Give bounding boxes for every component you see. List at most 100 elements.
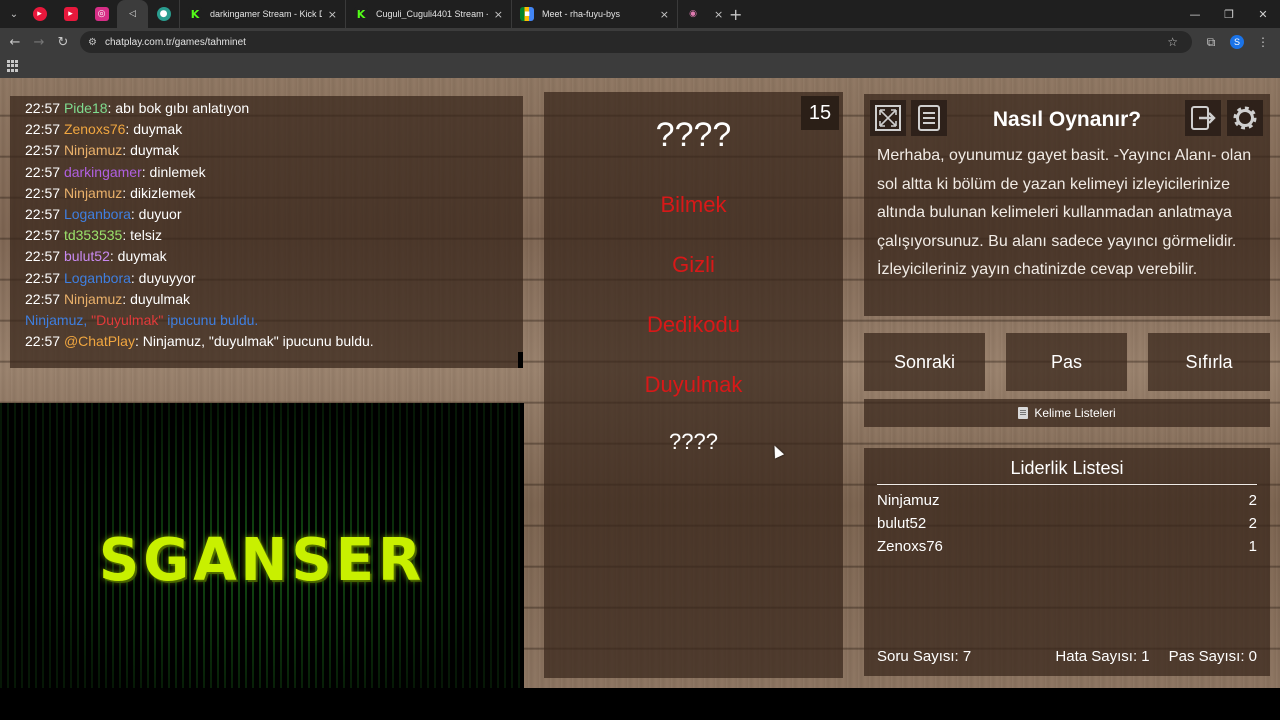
leaderboard-panel: Liderlik Listesi Ninjamuz 2 bulut52 2 Ze…	[864, 448, 1270, 676]
tab-title: darkingamer Stream - Kick Dash	[210, 9, 322, 19]
chat-text: : abı bok gıbı anlatıyon	[107, 100, 250, 116]
chat-time: 22:57	[25, 269, 61, 286]
player-score: 2	[1248, 515, 1257, 532]
pinned-tab-2[interactable]: ▸	[55, 0, 86, 28]
chat-time: 22:57	[25, 121, 61, 138]
chat-time: 22:57	[25, 100, 61, 116]
reload-icon[interactable]: ↻	[51, 30, 75, 54]
tab-cuguli[interactable]: K Cuguli_Cuguli4401 Stream - We ×	[345, 0, 511, 28]
url-text[interactable]: chatplay.com.tr/games/tahminet	[105, 37, 246, 48]
chat-text: : dinlemek	[141, 163, 206, 180]
clipboard-icon	[1018, 407, 1029, 419]
chat-user[interactable]: darkingamer	[64, 164, 142, 180]
howto-title: Nasıl Oynanır?	[992, 108, 1142, 131]
instagram-icon: ◎	[94, 7, 109, 21]
omnibox[interactable]: ⚙ chatplay.com.tr/games/tahminet ☆	[80, 31, 1192, 53]
chat-user[interactable]: bulut52	[64, 248, 110, 264]
bookmark-star-icon[interactable]: ☆	[1167, 35, 1178, 49]
howto-text: Merhaba, oyunumuz gayet basit. -Yayıncı …	[877, 147, 1252, 278]
chat-time: 22:57	[25, 206, 61, 223]
chat-line: 22:57 td353535: telsiz	[25, 225, 523, 246]
pass-button[interactable]: Pas	[1006, 333, 1127, 391]
forbidden-word: Gizli	[672, 252, 715, 277]
chat-line: 22:57 Ninjamuz: duymak	[25, 140, 523, 161]
player-name: Zenoxs76	[877, 538, 943, 555]
chat-text: : telsiz	[122, 227, 163, 244]
close-icon[interactable]: ×	[660, 8, 669, 21]
settings-button[interactable]	[1227, 100, 1263, 136]
new-tab-button[interactable]: +	[729, 5, 742, 24]
player-score: 1	[1248, 538, 1257, 555]
chat-text: : duymak	[109, 248, 167, 265]
site-info-icon[interactable]: ⚙	[88, 37, 97, 48]
tab-darkingamer[interactable]: K darkingamer Stream - Kick Dash ×	[179, 0, 345, 28]
youtube-music-icon: ▸	[32, 7, 47, 21]
chat-user[interactable]: Loganbora	[64, 206, 131, 222]
target-word: ????	[655, 116, 732, 154]
profile-avatar[interactable]: S	[1230, 35, 1244, 49]
chat-time: 22:57	[25, 333, 61, 350]
chat-scrollbar[interactable]	[518, 352, 523, 368]
leaderboard-row: Ninjamuz 2	[877, 492, 1257, 509]
chat-user[interactable]: Pide18	[64, 100, 108, 116]
chat-user[interactable]: td353535	[64, 227, 122, 243]
meet-icon: ▪	[520, 7, 534, 21]
sganser-logo: SGANSER	[98, 526, 426, 595]
chat-text: : duymak	[122, 142, 180, 159]
forward-icon[interactable]: →	[27, 30, 51, 54]
close-window-icon[interactable]: ✕	[1246, 0, 1280, 28]
streamer-area: SGANSER	[0, 403, 524, 688]
tab-recording[interactable]: ◉ ×	[677, 0, 723, 28]
chat-user[interactable]: Ninjamuz	[64, 185, 122, 201]
forbidden-word: Duyulmak	[644, 372, 743, 397]
game-stats: Soru Sayısı: 7 Hata Sayısı: 1 Pas Sayısı…	[877, 648, 1257, 665]
chat-user[interactable]: Ninjamuz	[64, 291, 122, 307]
word-lists-button[interactable]: Kelime Listeleri	[864, 399, 1270, 427]
chat-user: @ChatPlay	[63, 333, 135, 350]
system-user: Ninjamuz,	[25, 312, 92, 329]
tab-meet[interactable]: ▪ Meet - rha-fuyu-bys ×	[511, 0, 677, 28]
chat-time: 22:57	[25, 248, 61, 265]
forbidden-word: Bilmek	[660, 192, 727, 217]
back-icon[interactable]: ←	[3, 30, 27, 54]
next-button[interactable]: Sonraki	[864, 333, 985, 391]
tab-title: Meet - rha-fuyu-bys	[542, 9, 621, 19]
chat-line: 22:57 darkingamer: dinlemek	[25, 162, 523, 183]
menu-icon[interactable]: ⋮	[1252, 35, 1274, 49]
pinned-tab-1[interactable]: ▸	[24, 0, 55, 28]
chat-bot-line: 22:57 @ChatPlay: Ninjamuz, "duyulmak" ip…	[25, 331, 523, 352]
record-icon: ◉	[689, 9, 697, 19]
player-name: bulut52	[877, 515, 927, 532]
chat-user[interactable]: Ninjamuz	[64, 142, 122, 158]
tab-search-button[interactable]: ⌄	[4, 4, 24, 24]
reset-button[interactable]: Sıfırla	[1148, 333, 1270, 391]
notes-button[interactable]	[911, 100, 947, 136]
chat-line: 22:57 Ninjamuz: duyulmak	[25, 289, 523, 310]
hidden-word: ????	[669, 429, 718, 454]
fullscreen-button[interactable]	[870, 100, 906, 136]
close-icon[interactable]: ×	[494, 8, 503, 21]
apps-grid-icon[interactable]	[7, 60, 19, 72]
forbidden-word: Dedikodu	[647, 312, 740, 337]
close-icon[interactable]: ×	[328, 8, 337, 21]
chat-text: : duyuor	[130, 206, 182, 223]
word-panel: 15 ???? Bilmek Gizli Dedikodu Duyulmak ?…	[544, 92, 843, 678]
minimize-icon[interactable]: —	[1178, 0, 1212, 28]
chat-user[interactable]: Loganbora	[64, 270, 131, 286]
kick-icon: K	[188, 7, 202, 21]
bookmark-bar	[0, 56, 1280, 78]
chat-user[interactable]: Zenoxs76	[64, 121, 125, 137]
close-icon[interactable]: ×	[714, 8, 723, 21]
document-icon	[918, 105, 940, 131]
word-lists-label: Kelime Listeleri	[1034, 406, 1116, 420]
logout-button[interactable]	[1185, 100, 1221, 136]
chat-text: : Ninjamuz, "duyulmak" ipucunu buldu.	[134, 333, 374, 350]
chatplay-icon: ●	[156, 7, 171, 21]
pinned-tab-3[interactable]: ◎	[86, 0, 117, 28]
chat-time: 22:57	[25, 142, 61, 159]
chat-system-line: Ninjamuz, "Duyulmak" ipucunu buldu.	[25, 310, 523, 331]
pinned-tab-active[interactable]: ◁	[117, 0, 148, 28]
restore-icon[interactable]: ❐	[1212, 0, 1246, 28]
pinned-tab-5[interactable]: ●	[148, 0, 179, 28]
extensions-icon[interactable]: ⧉	[1200, 35, 1222, 50]
